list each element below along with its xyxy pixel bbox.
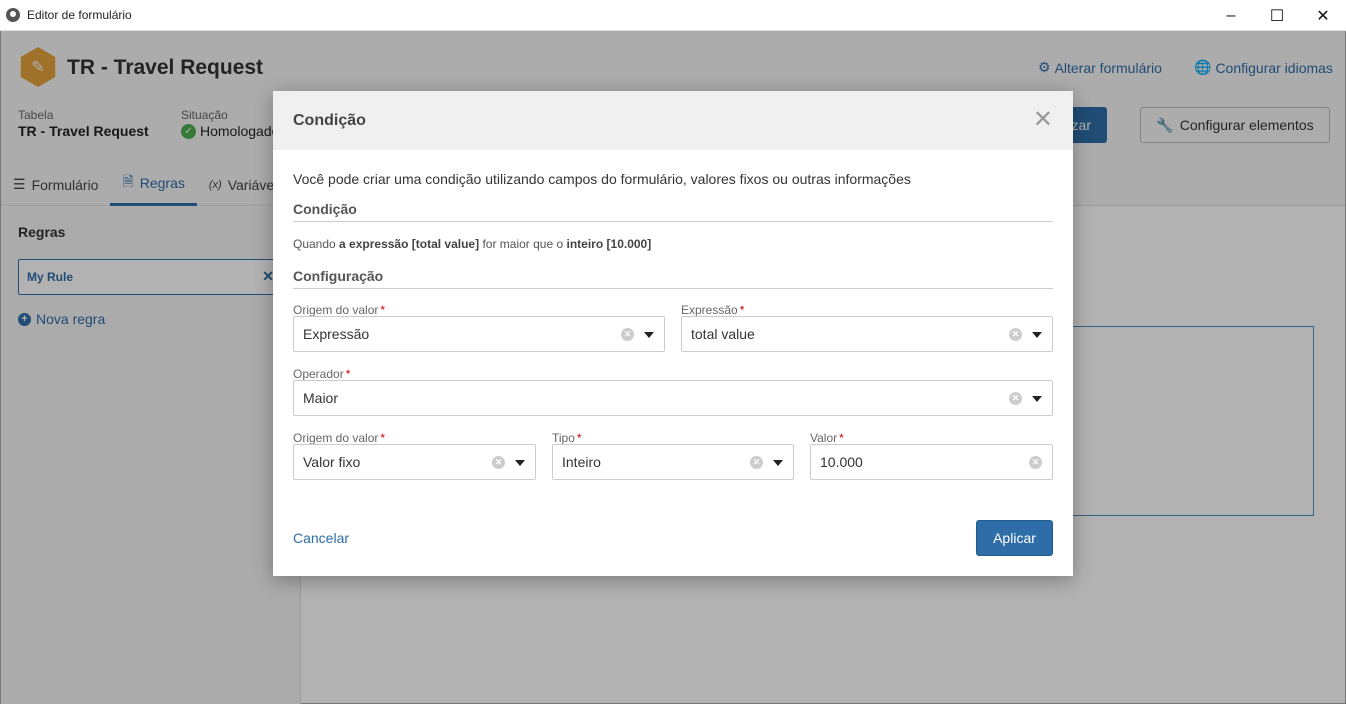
expression-select[interactable]: total value ✕: [681, 316, 1053, 352]
chevron-down-icon[interactable]: [1032, 396, 1042, 402]
value-input[interactable]: 10.000 ✕: [810, 444, 1053, 480]
dialog-intro: Você pode criar uma condição utilizando …: [293, 171, 911, 187]
apply-button[interactable]: Aplicar: [976, 520, 1053, 556]
required-mark: *: [839, 431, 844, 445]
origin1-value: Expressão: [303, 326, 370, 342]
operator-label: Operador *: [293, 367, 350, 381]
expression-value: total value: [691, 326, 755, 342]
required-mark: *: [739, 303, 745, 317]
window-titlebar: Editor de formulário – ☐ ✕: [0, 0, 1346, 31]
dialog-title: Condição: [293, 111, 366, 129]
required-mark: *: [380, 431, 386, 445]
origin1-select[interactable]: Expressão ✕: [293, 316, 665, 352]
chevron-down-icon[interactable]: [644, 332, 654, 338]
condition-dialog: Condição ✕ Você pode criar uma condição …: [273, 91, 1073, 576]
type-select[interactable]: Inteiro ✕: [552, 444, 794, 480]
operator-value: Maior: [303, 390, 339, 406]
section-condition-title: Condição: [293, 201, 1053, 222]
condition-summary: Quando a expressão [total value] for mai…: [293, 237, 651, 251]
maximize-icon[interactable]: ☐: [1254, 0, 1300, 31]
origin2-label-text: Origem do valor: [293, 431, 379, 445]
section-config-title: Configuração: [293, 268, 1053, 289]
operator-label-text: Operador: [293, 367, 344, 381]
clear-icon[interactable]: ✕: [750, 456, 763, 469]
close-icon[interactable]: ✕: [1033, 108, 1053, 132]
clear-icon[interactable]: ✕: [1009, 328, 1022, 341]
origin2-value: Valor fixo: [303, 454, 361, 470]
expression-label: Expressão *: [681, 303, 744, 317]
chevron-down-icon[interactable]: [1032, 332, 1042, 338]
required-mark: *: [380, 303, 386, 317]
close-window-icon[interactable]: ✕: [1300, 0, 1346, 31]
clear-icon[interactable]: ✕: [1009, 392, 1022, 405]
origin2-select[interactable]: Valor fixo ✕: [293, 444, 536, 480]
value-label-text: Valor: [810, 431, 838, 445]
summary-prefix: Quando: [293, 237, 336, 251]
type-value: Inteiro: [562, 454, 601, 470]
summary-right: inteiro [10.000]: [566, 237, 652, 251]
required-mark: *: [345, 367, 351, 381]
required-mark: *: [576, 431, 582, 445]
summary-middle: for maior que o: [482, 237, 564, 251]
origin1-label-text: Origem do valor: [293, 303, 379, 317]
expression-label-text: Expressão: [681, 303, 738, 317]
chevron-down-icon[interactable]: [773, 460, 783, 466]
value-label: Valor *: [810, 431, 844, 445]
clear-icon[interactable]: ✕: [1029, 456, 1042, 469]
clear-icon[interactable]: ✕: [492, 456, 505, 469]
origin1-label: Origem do valor *: [293, 303, 385, 317]
app-icon: [6, 8, 20, 22]
window-controls: – ☐ ✕: [1208, 0, 1346, 31]
dialog-header: Condição ✕: [273, 91, 1073, 150]
chevron-down-icon[interactable]: [515, 460, 525, 466]
window-title: Editor de formulário: [27, 8, 132, 22]
operator-select[interactable]: Maior ✕: [293, 380, 1053, 416]
value-value: 10.000: [820, 454, 863, 470]
type-label: Tipo *: [552, 431, 582, 445]
type-label-text: Tipo: [552, 431, 575, 445]
minimize-icon[interactable]: –: [1208, 0, 1254, 31]
origin2-label: Origem do valor *: [293, 431, 385, 445]
cancel-button[interactable]: Cancelar: [293, 530, 349, 546]
clear-icon[interactable]: ✕: [621, 328, 634, 341]
summary-left: a expressão [total value]: [339, 237, 480, 251]
